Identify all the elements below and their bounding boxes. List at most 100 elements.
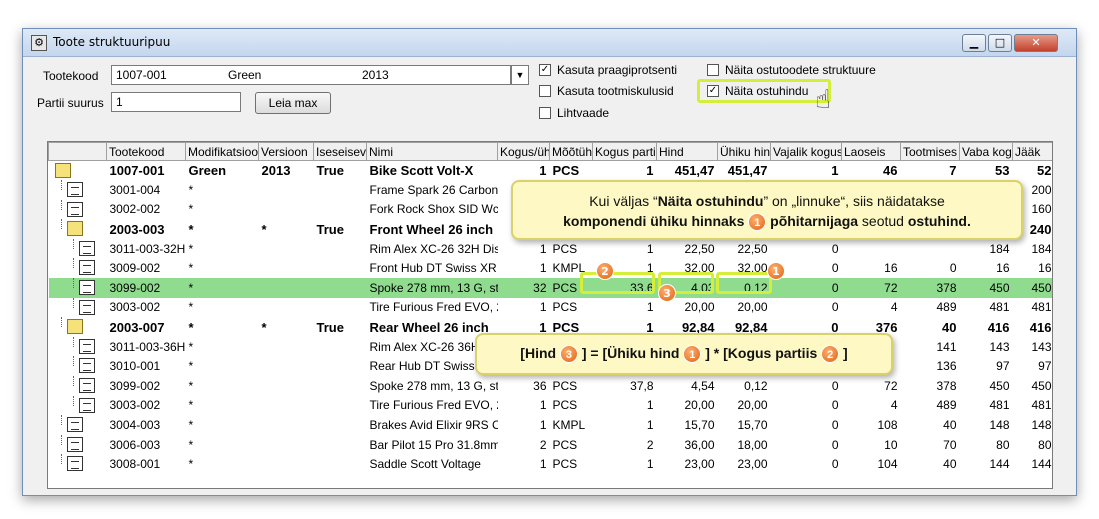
cell-rest[interactable]: 97 [1013, 356, 1053, 376]
checkbox-lihtvaade[interactable]: Lihtvaade [539, 106, 609, 120]
cell-code[interactable]: 1007-001 [107, 161, 186, 181]
cell-code[interactable]: 3004-003 [107, 415, 186, 435]
tree-cell[interactable] [49, 415, 107, 435]
cell-mod[interactable]: * [186, 415, 259, 435]
cell-prod[interactable]: 40 [901, 415, 960, 435]
tootekood-dropdown-button[interactable]: ▼ [511, 65, 529, 85]
table-row[interactable]: 3004-003 * Brakes Avid Elixir 9RS C/1 KMPL 1… [49, 415, 1053, 435]
cell-prod[interactable]: 489 [901, 396, 960, 416]
cell-name[interactable]: Saddle Scott Voltage [367, 454, 498, 474]
cell-code[interactable]: 3099-002 [106, 278, 186, 298]
checkbox-box[interactable]: ✓ [707, 85, 719, 97]
cell-price[interactable]: 4,54 [657, 376, 718, 396]
cell-ind[interactable]: True [314, 161, 367, 181]
cell-ind[interactable] [314, 337, 367, 357]
cell-free[interactable]: 450 [959, 278, 1013, 298]
cell-qty[interactable]: 1 [498, 239, 550, 259]
cell-free[interactable]: 481 [960, 298, 1013, 318]
cell-ind[interactable]: True [314, 317, 367, 337]
cell-rest[interactable]: 481 [1013, 396, 1053, 416]
cell-ind[interactable] [314, 258, 367, 278]
cell-qty[interactable]: 1 [498, 396, 550, 416]
cell-stock[interactable] [842, 239, 901, 259]
cell-mod[interactable]: * [186, 219, 259, 239]
minimize-button[interactable]: ▁ [962, 34, 986, 52]
cell-ver[interactable] [259, 239, 314, 259]
cell-ver[interactable] [259, 180, 314, 200]
cell-ver[interactable] [259, 337, 314, 357]
cell-prod[interactable]: 40 [901, 454, 960, 474]
tree-cell[interactable] [49, 258, 107, 278]
cell-prod[interactable]: 70 [901, 435, 960, 455]
column-header[interactable]: Tootmises [900, 142, 960, 161]
cell-mod[interactable]: * [186, 317, 259, 337]
cell-code[interactable]: 3001-004 [107, 180, 186, 200]
column-header[interactable]: Ühiku hin [717, 142, 771, 161]
cell-prod[interactable]: 0 [901, 258, 960, 278]
cell-need[interactable]: 0 [771, 415, 842, 435]
cell-batch[interactable]: 1 [593, 239, 657, 259]
checkbox-naita-ostuhindu[interactable]: ✓ Näita ostuhindu [707, 84, 808, 98]
checkbox-kasuta-tootmiskulusid[interactable]: Kasuta tootmiskulusid [539, 84, 674, 98]
cell-batch[interactable]: 1 [593, 298, 657, 318]
cell-batch[interactable]: 37,8 [593, 376, 657, 396]
cell-rest[interactable]: 80 [1013, 435, 1053, 455]
cell-ver[interactable]: * [259, 219, 314, 239]
cell-code[interactable]: 3011-003-36H [107, 337, 186, 357]
cell-stock[interactable]: 10 [842, 435, 901, 455]
tootekood-combo[interactable]: 1007-001 Green 2013 [111, 65, 511, 85]
column-header[interactable]: Vajalik kogus [770, 142, 842, 161]
cell-prod[interactable] [901, 239, 960, 259]
cell-unit[interactable]: PCS [550, 396, 593, 416]
column-header[interactable]: Kogus/üh [497, 142, 550, 161]
cell-unit[interactable]: PCS [550, 435, 593, 455]
tree-cell[interactable] [49, 199, 107, 220]
cell-prod[interactable]: 7 [901, 161, 960, 181]
cell-batch[interactable]: 1 [593, 396, 657, 416]
cell-free[interactable]: 450 [960, 376, 1013, 396]
column-header[interactable]: Versioon [258, 142, 314, 161]
table-row[interactable]: 3003-002 * Tire Furious Fred EVO, 2 1 PCS 1 20… [49, 297, 1053, 318]
cell-name[interactable]: Brakes Avid Elixir 9RS C/ [367, 415, 498, 435]
cell-stock[interactable]: 72 [841, 278, 901, 298]
cell-mod[interactable]: * [186, 180, 259, 200]
cell-mod[interactable]: * [185, 278, 259, 298]
cell-code[interactable]: 3003-002 [107, 298, 186, 318]
tree-cell[interactable] [49, 376, 107, 396]
cell-code[interactable]: 2003-003 [107, 219, 186, 239]
cell-mod[interactable]: Green [186, 161, 259, 181]
cell-stock[interactable]: 16 [842, 258, 901, 278]
cell-need[interactable]: 0 [771, 239, 842, 259]
cell-code[interactable]: 3009-002 [107, 258, 186, 278]
tree-cell[interactable] [49, 317, 107, 337]
cell-mod[interactable]: * [186, 396, 259, 416]
column-header[interactable]: Vaba kog [959, 142, 1013, 161]
cell-ind[interactable] [314, 180, 367, 200]
cell-batch[interactable]: 1 [593, 161, 657, 181]
cell-qty[interactable]: 2 [498, 435, 550, 455]
cell-rest[interactable]: 16 [1013, 258, 1053, 278]
cell-qty[interactable]: 1 [498, 298, 550, 318]
cell-ind[interactable] [314, 200, 367, 220]
cell-batch[interactable]: 1 [593, 454, 657, 474]
cell-qty[interactable]: 32 [497, 278, 550, 298]
cell-prod[interactable]: 489 [901, 298, 960, 318]
tree-cell[interactable] [49, 395, 107, 416]
cell-ind[interactable]: True [314, 219, 367, 239]
cell-ind[interactable] [314, 356, 367, 376]
cell-free[interactable]: 184 [960, 239, 1013, 259]
cell-mod[interactable]: * [186, 376, 259, 396]
cell-free[interactable]: 148 [960, 415, 1013, 435]
cell-free[interactable]: 97 [960, 356, 1013, 376]
cell-price[interactable]: 20,00 [657, 396, 718, 416]
cell-unit-price[interactable]: 18,00 [718, 435, 771, 455]
cell-rest[interactable]: 481 [1013, 298, 1053, 318]
tree-cell[interactable] [49, 454, 107, 474]
cell-prod[interactable]: 378 [900, 278, 960, 298]
cell-rest[interactable]: 148 [1013, 415, 1053, 435]
cell-price[interactable]: 22,50 [657, 239, 718, 259]
cell-rest[interactable]: 450 [1012, 278, 1052, 298]
checkbox-box[interactable] [539, 85, 551, 97]
cell-free[interactable]: 144 [960, 454, 1013, 474]
column-header[interactable]: Mõõtüh [549, 142, 593, 161]
